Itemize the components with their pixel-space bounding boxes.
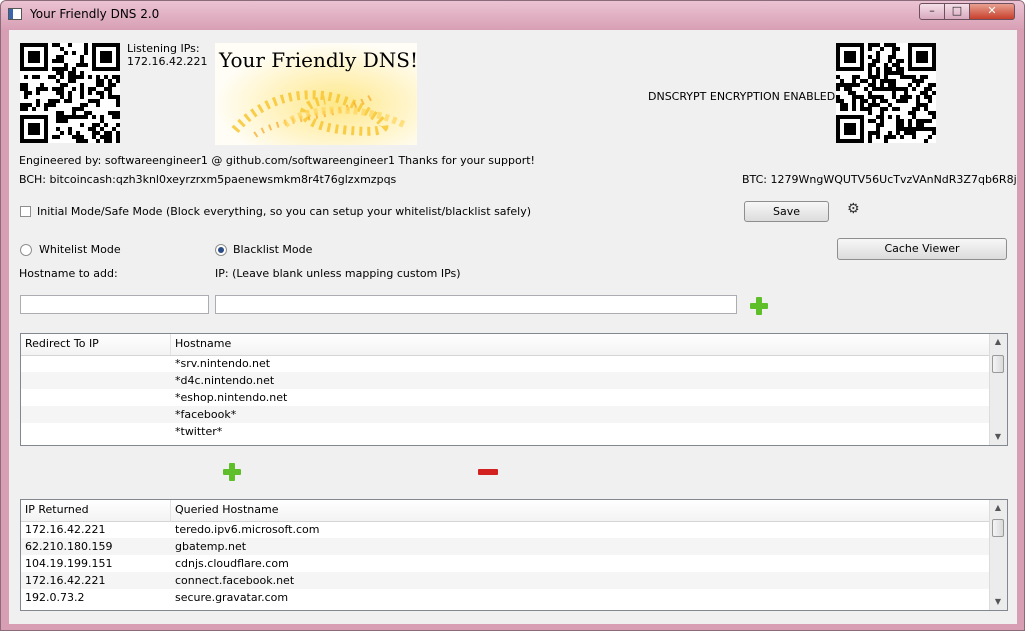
cell-hostname: *d4c.nintendo.net [175,374,275,387]
client-area: Listening IPs: 172.16.42.221 Your Friend… [9,30,1017,624]
blacklist-mode-label: Blacklist Mode [233,243,313,256]
btc-qr-code [836,43,936,143]
cell-hostname: *facebook* [175,408,237,421]
cell-hostname: connect.facebook.net [175,574,295,587]
ip-input[interactable] [215,295,737,314]
window-title: Your Friendly DNS 2.0 [30,7,160,21]
whitelist-mode-label: Whitelist Mode [39,243,121,256]
whitelist-mode-radio[interactable] [20,244,32,256]
cache-viewer-button[interactable]: Cache Viewer [837,238,1007,260]
listening-ip: 172.16.42.221 [127,55,208,68]
cell-hostname: *srv.nintendo.net [175,357,271,370]
column-header-queried-hostname[interactable]: Queried Hostname [171,500,991,521]
scroll-thumb[interactable] [992,355,1004,373]
close-button[interactable]: ✕ [969,3,1015,20]
maximize-button[interactable]: □ [944,3,970,20]
scroll-up-icon[interactable]: ▲ [990,500,1006,516]
cell-ip [21,423,171,440]
save-button[interactable]: Save [744,201,829,222]
table-row[interactable]: 192.0.73.2 secure.gravatar.com [21,589,990,606]
table-row[interactable]: 172.16.42.221 connect.facebook.net [21,572,990,589]
cache-scrollbar[interactable]: ▲ ▼ [989,500,1007,610]
table-row[interactable]: *twitter* [21,423,990,440]
table-row[interactable]: *srv.nintendo.net [21,355,990,372]
bch-qr-code [20,43,120,143]
cell-hostname: secure.gravatar.com [175,591,289,604]
scroll-thumb[interactable] [992,519,1004,537]
table-row[interactable]: 172.16.42.221 teredo.ipv6.microsoft.com [21,521,990,538]
dnscrypt-status: DNSCRYPT ENCRYPTION ENABLED! :) [648,90,852,103]
table-row[interactable]: *eshop.nintendo.net [21,389,990,406]
add-entry-plus-icon[interactable] [750,297,768,315]
cache-table-header: IP Returned Queried Hostname [21,500,990,522]
app-icon [8,8,22,20]
cache-table[interactable]: IP Returned Queried Hostname 172.16.42.2… [20,499,1008,611]
cell-ip: 104.19.199.151 [25,557,113,570]
cell-hostname: *twitter* [175,425,223,438]
column-header-ip-returned[interactable]: IP Returned [21,500,171,521]
cell-hostname: gbatemp.net [175,540,247,553]
btc-address: BTC: 1279WngWQUTV56UcTvzVAnNdR3Z7qb6R8j [742,173,1017,186]
safe-mode-checkbox[interactable] [20,206,31,217]
cell-ip [21,372,171,389]
cell-ip [21,355,171,372]
banner-title: Your Friendly DNS! [219,48,417,72]
cell-ip: 172.16.42.221 [25,523,106,536]
remove-host-minus-icon[interactable] [478,469,498,475]
blacklist-mode-radio[interactable] [215,244,227,256]
engineered-by: Engineered by: softwareengineer1 @ githu… [19,154,535,167]
cell-ip [21,389,171,406]
column-header-redirect-ip[interactable]: Redirect To IP [21,334,171,355]
hostname-input[interactable] [20,295,209,314]
cell-hostname: cdnjs.cloudflare.com [175,557,289,570]
table-row[interactable]: *d4c.nintendo.net [21,372,990,389]
title-bar: Your Friendly DNS 2.0 – □ ✕ [1,1,1024,29]
list-scrollbar[interactable]: ▲ ▼ [989,334,1007,445]
gear-icon[interactable]: ⚙ [847,202,861,216]
table-row[interactable]: *facebook* [21,406,990,423]
cell-ip: 172.16.42.221 [25,574,106,587]
ip-label: IP: (Leave blank unless mapping custom I… [215,267,461,280]
bch-address: BCH: bitcoincash:qzh3knl0xeyrzrxm5paenew… [19,173,397,186]
banner-logo: Your Friendly DNS! [215,43,417,145]
cell-ip: 62.210.180.159 [25,540,113,553]
minimize-button[interactable]: – [919,3,945,20]
app-window: Your Friendly DNS 2.0 – □ ✕ Listening IP… [0,0,1025,631]
listening-label: Listening IPs: [127,42,200,55]
cell-ip [21,406,171,423]
list-table-body: *srv.nintendo.net *d4c.nintendo.net *esh… [21,355,990,440]
scroll-down-icon[interactable]: ▼ [990,429,1006,445]
column-header-hostname[interactable]: Hostname [171,334,991,355]
add-host-plus-icon[interactable] [223,463,241,481]
safe-mode-label: Initial Mode/Safe Mode (Block everything… [37,205,532,218]
cell-hostname: *eshop.nintendo.net [175,391,288,404]
list-table-header: Redirect To IP Hostname [21,334,990,356]
table-row[interactable]: 62.210.180.159 gbatemp.net [21,538,990,555]
hostname-label: Hostname to add: [19,267,118,280]
scroll-up-icon[interactable]: ▲ [990,334,1006,350]
scroll-down-icon[interactable]: ▼ [990,594,1006,610]
cell-ip: 192.0.73.2 [25,591,85,604]
cache-table-body: 172.16.42.221 teredo.ipv6.microsoft.com 6… [21,521,990,606]
table-row[interactable]: 104.19.199.151 cdnjs.cloudflare.com [21,555,990,572]
hostname-list-table[interactable]: Redirect To IP Hostname *srv.nintendo.ne… [20,333,1008,446]
cell-hostname: teredo.ipv6.microsoft.com [175,523,320,536]
